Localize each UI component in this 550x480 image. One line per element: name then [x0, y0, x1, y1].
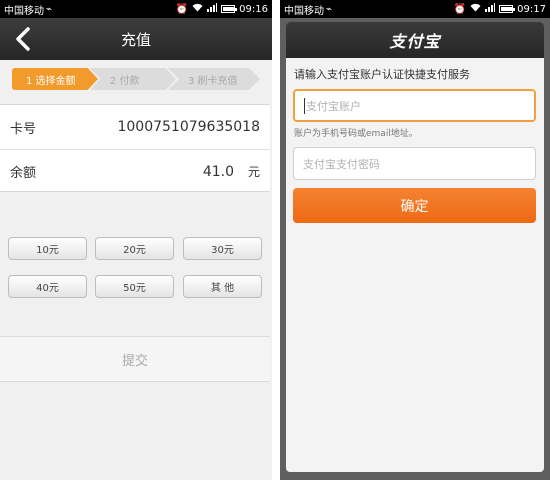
- battery-icon: [221, 5, 238, 13]
- wifi-icon: [192, 3, 203, 15]
- recharge-screen: 中国移动 ⌁ ⏰ 09:16 充值 1 选择金额 2 付款 3 刷卡充值 卡号 …: [0, 0, 272, 480]
- alipay-logo: 支付宝: [389, 32, 441, 51]
- account-hint: 账户为手机号码或email地址。: [294, 129, 418, 139]
- text-caret: [304, 97, 305, 114]
- amount-20-button[interactable]: 20元: [95, 237, 174, 260]
- screenshot-frame: 中国移动 ⌁ ⏰ 09:16 充值 1 选择金额 2 付款 3 刷卡充值 卡号 …: [0, 0, 550, 480]
- divider: [272, 0, 280, 480]
- alarm-icon: ⏰: [453, 3, 467, 15]
- alarm-icon: ⏰: [175, 3, 189, 15]
- account-placeholder: 支付宝账户: [306, 99, 361, 113]
- signal-icon: [485, 3, 496, 15]
- carrier-name: 中国移动: [284, 5, 324, 17]
- status-time: 09:17: [517, 3, 546, 15]
- usb-icon: ⌁: [46, 3, 53, 15]
- carrier: 中国移动 ⌁: [4, 2, 176, 17]
- submit-button[interactable]: 提交: [0, 336, 270, 382]
- login-prompt: 请输入支付宝账户认证快捷支付服务: [294, 68, 470, 81]
- alipay-login-dialog: 支付宝 请输入支付宝账户认证快捷支付服务 支付宝账户 账户为手机号码或email…: [286, 22, 544, 472]
- balance-label: 余额: [10, 166, 37, 181]
- battery-icon: [499, 5, 516, 13]
- amount-50-button[interactable]: 50元: [95, 275, 174, 298]
- step-card-recharge: 3 刷卡充值: [168, 68, 260, 90]
- balance-row: 余额 41.0 元: [0, 149, 270, 193]
- page-title: 充值: [120, 30, 151, 49]
- status-right: ⏰ 09:17: [454, 3, 546, 15]
- alipay-screen: 中国移动 ⌁ ⏰ 09:17 支付宝 请输入支付宝账户认证快捷支付服务 支付宝账…: [280, 0, 550, 480]
- step-select-amount: 1 选择金额: [12, 68, 98, 90]
- password-input[interactable]: 支付宝支付密码: [293, 147, 536, 180]
- status-bar: 中国移动 ⌁ ⏰ 09:16: [0, 0, 272, 18]
- balance-value: 41.0: [202, 163, 234, 180]
- card-number-label: 卡号: [10, 121, 37, 137]
- status-bar: 中国移动 ⌁ ⏰ 09:17: [280, 0, 550, 18]
- card-number-row: 卡号 1000751079635018: [0, 105, 270, 149]
- step-indicator: 1 选择金额 2 付款 3 刷卡充值: [0, 60, 272, 96]
- card-info-panel: 卡号 1000751079635018 余额 41.0 元: [0, 104, 270, 192]
- back-button[interactable]: [8, 24, 38, 54]
- wifi-icon: [470, 3, 481, 15]
- carrier: 中国移动 ⌁: [284, 2, 454, 17]
- status-right: ⏰ 09:16: [176, 3, 268, 15]
- usb-icon: ⌁: [326, 3, 333, 15]
- account-input[interactable]: 支付宝账户: [293, 89, 536, 122]
- status-time: 09:16: [239, 3, 268, 15]
- password-placeholder: 支付宝支付密码: [303, 157, 380, 171]
- amount-other-button[interactable]: 其 他: [183, 275, 262, 298]
- card-number-value: 1000751079635018: [117, 119, 260, 135]
- signal-icon: [207, 3, 218, 15]
- dialog-header: 支付宝: [286, 22, 544, 58]
- title-bar: 充值: [0, 18, 272, 60]
- confirm-button[interactable]: 确定: [293, 188, 536, 223]
- amount-10-button[interactable]: 10元: [8, 237, 87, 260]
- step-payment: 2 付款: [90, 68, 176, 90]
- balance-unit: 元: [247, 165, 260, 179]
- chevron-left-icon: [16, 27, 30, 51]
- amount-30-button[interactable]: 30元: [183, 237, 262, 260]
- carrier-name: 中国移动: [4, 5, 44, 17]
- amount-40-button[interactable]: 40元: [8, 275, 87, 298]
